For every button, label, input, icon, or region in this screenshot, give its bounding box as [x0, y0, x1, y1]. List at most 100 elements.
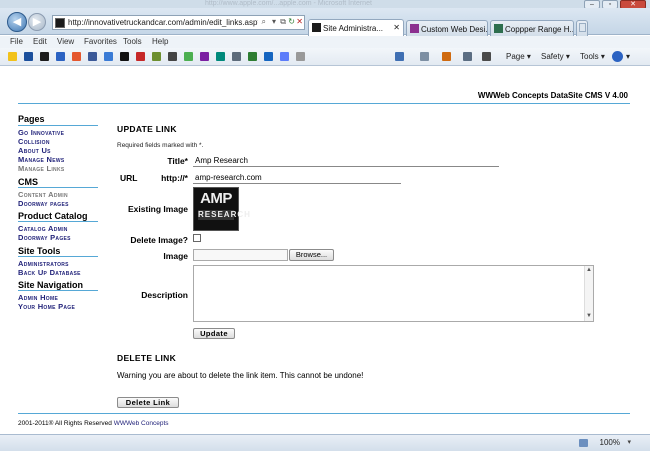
sidebar-link-collision[interactable]: Collision — [18, 137, 50, 146]
scroll-down-icon[interactable]: ▼ — [586, 313, 592, 319]
sidebar-link-manage-links[interactable]: Manage Links — [18, 164, 65, 173]
help-dropdown-icon[interactable]: ▾ — [626, 52, 630, 61]
amazon-icon[interactable] — [168, 52, 177, 61]
sidebar-link-manage-news[interactable]: Manage News — [18, 155, 65, 164]
required-note: Required fields marked with *. — [117, 142, 204, 149]
url-prefix: http://* — [161, 173, 188, 183]
status-bar: 100% ▾ — [0, 434, 650, 451]
sidebar-link-your-home-page[interactable]: Your Home Page — [18, 302, 75, 311]
description-label: Description — [141, 290, 188, 300]
sidebar-link-content-admin[interactable]: Content Admin — [18, 190, 68, 199]
favorite-site-icon[interactable] — [296, 52, 305, 61]
address-bar[interactable]: http://innovativetruckandcar.com/admin/e… — [52, 15, 305, 30]
sidebar-link-go-innovative[interactable]: Go Innovative — [18, 128, 64, 137]
read-mail-icon[interactable] — [442, 52, 451, 61]
menu-tools[interactable]: Tools — [123, 37, 142, 46]
sidebar-heading-site-tools: Site Tools — [18, 246, 61, 256]
feeds-icon[interactable] — [420, 52, 429, 61]
stop-icon[interactable]: ✕ — [296, 17, 303, 26]
favorite-site-icon[interactable] — [104, 52, 113, 61]
zoom-icon — [579, 439, 588, 447]
sidebar-link-admin-home[interactable]: Admin Home — [18, 293, 58, 302]
url-input[interactable]: amp-research.com — [193, 172, 401, 184]
close-tab-icon[interactable]: ✕ — [393, 23, 400, 32]
compatibility-icon[interactable]: ⧉ — [280, 17, 286, 27]
help-icon[interactable] — [612, 51, 623, 62]
update-button[interactable]: Update — [193, 328, 235, 339]
back-button[interactable]: ◀ — [7, 12, 27, 32]
existing-image-logo: AMP RESEARCH — [193, 187, 250, 231]
favorite-site-icon[interactable] — [24, 52, 33, 61]
sidebar-link-about-us[interactable]: About Us — [18, 146, 51, 155]
sidebar-heading-pages: Pages — [18, 114, 45, 124]
delete-link-button[interactable]: Delete Link — [117, 397, 179, 408]
mail-icon[interactable] — [463, 52, 472, 61]
sidebar-divider — [18, 256, 98, 257]
sidebar-heading-site-navigation: Site Navigation — [18, 280, 84, 290]
favorite-site-icon[interactable] — [136, 52, 145, 61]
browse-button[interactable]: Browse... — [289, 249, 334, 261]
print-icon[interactable] — [482, 52, 491, 61]
page-content: WWWeb Concepts DataSite CMS V 4.00 Pages… — [0, 67, 650, 434]
home-icon[interactable] — [395, 52, 404, 61]
sidebar-link-doorway-pages[interactable]: Doorway pages — [18, 199, 69, 208]
zoom-dropdown-icon[interactable]: ▾ — [627, 438, 631, 446]
favorite-site-icon[interactable] — [280, 52, 289, 61]
navigation-bar: ◀ ▶ http://innovativetruckandcar.com/adm… — [0, 8, 650, 38]
textarea-scrollbar[interactable]: ▲ ▼ — [584, 266, 593, 321]
sidebar-link-catalog-admin[interactable]: Catalog Admin — [18, 224, 68, 233]
favorite-site-icon[interactable] — [152, 52, 161, 61]
sidebar-divider — [18, 221, 98, 222]
favorite-site-icon[interactable] — [232, 52, 241, 61]
title-label: Title* — [167, 156, 188, 166]
window-title: http://www.apple.com/...apple.com - Micr… — [205, 0, 372, 7]
page-menu[interactable]: Page ▾ — [506, 52, 531, 61]
description-textarea[interactable]: ▲ ▼ — [193, 265, 594, 322]
site-favicon-icon — [494, 24, 503, 33]
update-link-heading: Update Link — [117, 124, 177, 134]
sidebar-heading-cms: CMS — [18, 177, 38, 187]
favorite-site-icon[interactable] — [200, 52, 209, 61]
sidebar-link-administrators[interactable]: Administrators — [18, 259, 69, 268]
menu-help[interactable]: Help — [152, 37, 168, 46]
favorite-site-icon[interactable] — [120, 52, 129, 61]
favorite-site-icon[interactable] — [72, 52, 81, 61]
safety-menu[interactable]: Safety ▾ — [541, 52, 570, 61]
window-titlebar: http://www.apple.com/...apple.com - Micr… — [0, 0, 650, 9]
menu-bar: File Edit View Favorites Tools Help — [0, 36, 650, 48]
url-label: URL — [120, 173, 138, 183]
menu-edit[interactable]: Edit — [33, 37, 47, 46]
dropdown-icon[interactable]: ▾ — [272, 17, 276, 26]
image-file-input[interactable] — [193, 249, 288, 261]
existing-image-label: Existing Image — [128, 204, 188, 214]
favorite-site-icon[interactable] — [184, 52, 193, 61]
forward-button[interactable]: ▶ — [28, 13, 46, 31]
site-favicon-icon — [312, 23, 321, 32]
footer-divider — [18, 413, 630, 414]
sidebar-link-catalog-doorway-pages[interactable]: Doorway Pages — [18, 233, 71, 242]
favorite-site-icon[interactable] — [56, 52, 65, 61]
scroll-up-icon[interactable]: ▲ — [586, 267, 592, 273]
delete-link-heading: Delete Link — [117, 353, 177, 363]
menu-view[interactable]: View — [57, 37, 74, 46]
address-url[interactable]: http://innovativetruckandcar.com/admin/e… — [68, 18, 258, 27]
tools-menu[interactable]: Tools ▾ — [580, 52, 605, 61]
site-favicon-icon — [410, 24, 419, 33]
favorite-site-icon[interactable] — [248, 52, 257, 61]
favorite-site-icon[interactable] — [40, 52, 49, 61]
facebook-icon[interactable] — [88, 52, 97, 61]
favorites-bar: Page ▾ Safety ▾ Tools ▾ ▾ — [0, 48, 650, 66]
search-icon[interactable]: ⌕ — [262, 17, 266, 27]
menu-file[interactable]: File — [10, 37, 23, 46]
delete-image-checkbox[interactable] — [193, 234, 201, 242]
zoom-level[interactable]: 100% — [600, 438, 620, 447]
favorite-site-icon[interactable] — [216, 52, 225, 61]
favorites-star-icon[interactable] — [8, 52, 17, 61]
title-input[interactable]: Amp Research — [193, 155, 499, 167]
sidebar-link-back-up-database[interactable]: Back Up Database — [18, 268, 81, 277]
footer-link-wwweb-concepts[interactable]: WWWeb Concepts — [114, 420, 169, 427]
menu-favorites[interactable]: Favorites — [84, 37, 117, 46]
refresh-icon[interactable]: ↻ — [288, 17, 295, 26]
sidebar-divider — [18, 187, 98, 188]
favorite-site-icon[interactable] — [264, 52, 273, 61]
